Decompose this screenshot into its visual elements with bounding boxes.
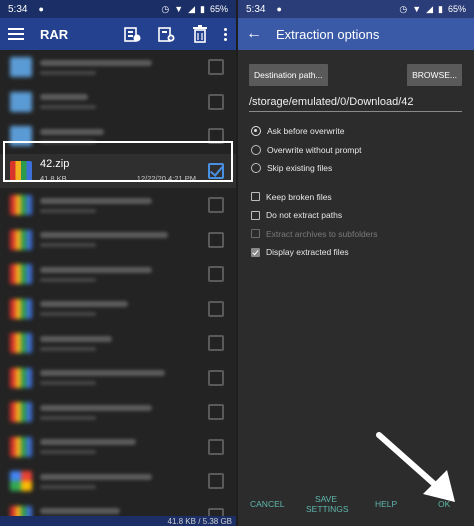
checkbox-icon bbox=[251, 229, 260, 239]
file-manager-panel: 5:34 ● ◷ ▼ ◢ ▮ 65% RAR 42.zip 41.8 KB 12… bbox=[0, 0, 236, 526]
highlight-box bbox=[3, 141, 233, 182]
radio-label: Ask before overwrite bbox=[267, 126, 345, 137]
destination-path-field[interactable]: /storage/emulated/0/Download/42 bbox=[249, 96, 462, 112]
archive-icon bbox=[10, 402, 32, 423]
menu-icon[interactable] bbox=[8, 28, 24, 40]
status-time: 5:34 bbox=[246, 3, 266, 15]
options-toolbar: ← Extraction options bbox=[238, 18, 474, 50]
archive-icon bbox=[10, 367, 32, 388]
signal-icon: ◢ bbox=[188, 3, 196, 14]
item-checkbox[interactable] bbox=[208, 300, 224, 317]
save-label-line2: SETTINGS bbox=[306, 504, 349, 514]
storage-footer: 41.8 KB / 5.38 GB bbox=[0, 516, 236, 526]
notification-icon: ● bbox=[38, 4, 44, 14]
archive-icon bbox=[10, 264, 32, 285]
list-item[interactable] bbox=[0, 257, 236, 292]
folder-icon bbox=[10, 91, 32, 112]
save-settings-button[interactable]: SAVE SETTINGS bbox=[306, 494, 349, 514]
checkbox-icon bbox=[251, 210, 260, 220]
item-checkbox[interactable] bbox=[208, 59, 224, 76]
item-checkbox[interactable] bbox=[208, 93, 224, 110]
save-label-line1: SAVE bbox=[314, 494, 338, 504]
radio-overwrite-without-prompt[interactable]: Overwrite without prompt bbox=[251, 141, 474, 160]
alarm-icon: ◷ bbox=[161, 3, 170, 14]
checkbox-label: Extract archives to subfolders bbox=[266, 228, 378, 239]
item-checkbox[interactable] bbox=[208, 438, 224, 455]
alarm-icon: ◷ bbox=[399, 3, 408, 14]
list-item[interactable] bbox=[0, 464, 236, 499]
item-checkbox[interactable] bbox=[208, 369, 224, 386]
checkbox-icon bbox=[251, 192, 260, 202]
list-item[interactable] bbox=[0, 326, 236, 361]
radio-label: Skip existing files bbox=[267, 163, 333, 174]
app-title: RAR bbox=[40, 26, 69, 42]
archive-icon bbox=[10, 436, 32, 457]
item-checkbox[interactable] bbox=[208, 231, 224, 248]
item-checkbox[interactable] bbox=[208, 335, 224, 352]
browse-button[interactable]: BROWSE... bbox=[407, 64, 462, 86]
list-item[interactable] bbox=[0, 50, 236, 85]
pointer-arrow-icon bbox=[376, 432, 455, 502]
signal-icon: ◢ bbox=[426, 3, 434, 14]
radio-ask-before-overwrite[interactable]: Ask before overwrite bbox=[251, 122, 474, 141]
folder-icon bbox=[10, 57, 32, 78]
image-file-icon bbox=[10, 471, 32, 492]
checkbox-label: Do not extract paths bbox=[266, 210, 343, 221]
battery-percent: 65% bbox=[209, 4, 228, 14]
checkbox-display-extracted-files[interactable]: Display extracted files bbox=[251, 243, 474, 262]
radio-button-icon bbox=[251, 126, 261, 137]
wifi-icon: ▼ bbox=[412, 4, 422, 14]
radio-skip-existing[interactable]: Skip existing files bbox=[251, 159, 474, 178]
list-item[interactable] bbox=[0, 223, 236, 258]
battery-icon: ▮ bbox=[200, 3, 205, 14]
cancel-button[interactable]: CANCEL bbox=[250, 499, 284, 509]
checkbox-checked-icon bbox=[251, 247, 260, 257]
archive-icon bbox=[10, 195, 32, 216]
status-bar: 5:34 ● ◷ ▼ ◢ ▮ 65% bbox=[238, 0, 474, 18]
list-item[interactable] bbox=[0, 292, 236, 327]
battery-icon: ▮ bbox=[438, 3, 443, 14]
radio-button-icon bbox=[251, 144, 261, 155]
add-archive-icon[interactable] bbox=[156, 24, 176, 44]
extract-icon[interactable] bbox=[122, 24, 142, 44]
radio-button-icon bbox=[251, 163, 261, 174]
checkbox-extract-to-subfolders: Extract archives to subfolders bbox=[251, 225, 474, 244]
list-item[interactable] bbox=[0, 361, 236, 396]
wifi-icon: ▼ bbox=[174, 4, 184, 14]
destination-row: Destination path... BROWSE... bbox=[238, 50, 474, 86]
status-time: 5:34 bbox=[8, 3, 28, 15]
file-list: 42.zip 41.8 KB 12/22/20 4:21 PM bbox=[0, 50, 236, 526]
item-checkbox[interactable] bbox=[208, 197, 224, 214]
archive-icon bbox=[10, 333, 32, 354]
battery-percent: 65% bbox=[447, 4, 466, 14]
app-toolbar: RAR bbox=[0, 18, 236, 50]
checkbox-label: Keep broken files bbox=[266, 191, 332, 202]
destination-path-button[interactable]: Destination path... bbox=[249, 64, 328, 86]
list-item[interactable] bbox=[0, 395, 236, 430]
more-icon[interactable] bbox=[222, 27, 228, 41]
item-checkbox[interactable] bbox=[208, 404, 224, 421]
options-list: Ask before overwrite Overwrite without p… bbox=[238, 122, 474, 262]
checkbox-do-not-extract-paths[interactable]: Do not extract paths bbox=[251, 206, 474, 225]
list-item[interactable] bbox=[0, 188, 236, 223]
radio-label: Overwrite without prompt bbox=[267, 144, 362, 155]
status-bar: 5:34 ● ◷ ▼ ◢ ▮ 65% bbox=[0, 0, 236, 18]
trash-icon[interactable] bbox=[190, 24, 210, 44]
item-checkbox[interactable] bbox=[208, 266, 224, 283]
list-item[interactable] bbox=[0, 430, 236, 465]
page-title: Extraction options bbox=[276, 26, 380, 42]
item-checkbox[interactable] bbox=[208, 473, 224, 490]
archive-icon bbox=[10, 298, 32, 319]
notification-icon: ● bbox=[276, 4, 282, 14]
archive-icon bbox=[10, 229, 32, 250]
checkbox-label: Display extracted files bbox=[266, 247, 349, 258]
checkbox-keep-broken-files[interactable]: Keep broken files bbox=[251, 188, 474, 207]
list-item[interactable] bbox=[0, 85, 236, 120]
back-arrow-icon[interactable]: ← bbox=[246, 25, 262, 43]
